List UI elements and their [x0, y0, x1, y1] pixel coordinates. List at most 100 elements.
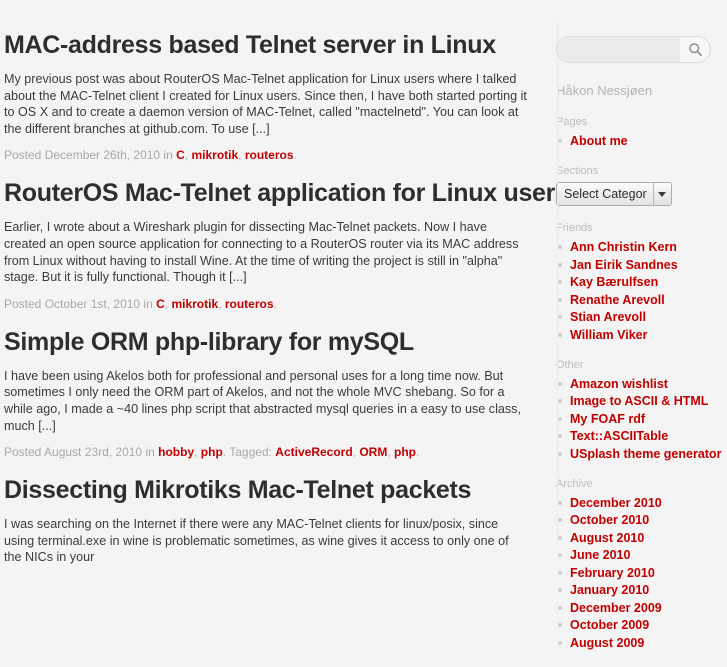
- sidebar-link[interactable]: Kay Bærulfsen: [570, 275, 658, 289]
- chevron-down-icon[interactable]: [652, 183, 671, 205]
- search-form: [556, 36, 711, 63]
- sidebar-link[interactable]: My FOAF rdf: [570, 412, 645, 426]
- post-category-link[interactable]: routeros: [225, 297, 274, 311]
- category-select[interactable]: Select Categor: [556, 182, 672, 206]
- bullet-icon: [558, 500, 562, 505]
- post-title[interactable]: RouterOS Mac-Telnet application for Linu…: [4, 178, 569, 208]
- search-button[interactable]: [680, 37, 710, 62]
- post-category-link[interactable]: C: [176, 148, 185, 162]
- widget-link-list: About me: [556, 133, 723, 149]
- meta-separator: .: [293, 148, 297, 163]
- meta-separator: ,: [218, 296, 225, 311]
- sidebar-link[interactable]: William Viker: [570, 328, 647, 342]
- sidebar-link[interactable]: Text::ASCIITable: [570, 429, 668, 443]
- bullet-icon: [558, 605, 562, 610]
- sidebar-widget: Pages About me: [556, 116, 723, 149]
- sidebar-link[interactable]: August 2009: [570, 636, 644, 650]
- bullet-icon: [558, 570, 562, 575]
- post-excerpt: Earlier, I wrote about a Wireshark plugi…: [4, 220, 519, 285]
- sidebar-link[interactable]: About me: [570, 134, 628, 148]
- list-item: Jan Eirik Sandnes: [556, 257, 723, 273]
- bullet-icon: [558, 262, 562, 267]
- list-item: December 2009: [556, 600, 723, 616]
- sidebar-link[interactable]: Jan Eirik Sandnes: [570, 258, 678, 272]
- sidebar-widget: Friends Ann Christin Kern Jan Eirik Sandne…: [556, 222, 723, 343]
- list-item: About me: [556, 133, 723, 149]
- bullet-icon: [558, 434, 562, 438]
- widget-link-list: Ann Christin Kern Jan Eirik Sandnes Kay Bæ…: [556, 239, 723, 343]
- widget-title: Pages: [556, 116, 588, 128]
- list-item: Amazon wishlist: [556, 376, 723, 392]
- post: RouterOS Mac-Telnet application for Linu…: [4, 178, 569, 312]
- sidebar-link[interactable]: August 2010: [570, 531, 644, 545]
- sidebar-link[interactable]: December 2010: [570, 496, 662, 510]
- sidebar-link[interactable]: Stian Arevoll: [570, 310, 646, 324]
- bullet-icon: [558, 297, 562, 302]
- widget-title: Sections: [556, 165, 599, 177]
- post-excerpt: My previous post was about RouterOS Mac-…: [4, 72, 527, 136]
- bullet-icon: [558, 518, 562, 522]
- post-category-link[interactable]: php: [201, 445, 223, 459]
- tagged-label: Tagged:: [229, 445, 272, 460]
- bullet-icon: [558, 588, 562, 592]
- widget-title: Other: [556, 358, 584, 371]
- list-item: January 2010: [556, 582, 723, 598]
- post-title[interactable]: MAC-address based Telnet server in Linux: [4, 30, 527, 60]
- list-item: USplash theme generator: [556, 446, 723, 462]
- sidebar-link[interactable]: USplash theme generator: [570, 447, 721, 461]
- post-tag-link[interactable]: ORM: [359, 445, 387, 459]
- post-tag-link[interactable]: php: [394, 445, 416, 459]
- blog-page: MAC-address based Telnet server in Linux…: [0, 0, 727, 650]
- list-item: My FOAF rdf: [556, 411, 723, 427]
- sidebar-link[interactable]: January 2010: [570, 583, 649, 597]
- bullet-icon: [558, 535, 562, 540]
- bullet-icon: [558, 451, 562, 456]
- category-select-value: Select Categor: [564, 187, 647, 201]
- post-date: Posted August 23rd, 2010 in: [4, 445, 155, 460]
- sidebar-link[interactable]: Ann Christin Kern: [570, 240, 677, 254]
- sidebar-link[interactable]: June 2010: [570, 548, 630, 562]
- bullet-icon: [558, 381, 562, 386]
- list-item: June 2010: [556, 547, 723, 563]
- post-category-link[interactable]: mikrotik: [171, 297, 218, 311]
- list-item: Image to ASCII & HTML: [556, 393, 723, 409]
- sidebar-link[interactable]: Amazon wishlist: [570, 377, 668, 391]
- post: Dissecting Mikrotiks Mac-Telnet packets I…: [4, 475, 527, 566]
- sidebar-link[interactable]: Renathe Arevoll: [570, 293, 665, 307]
- post-tag-link[interactable]: ActiveRecord: [275, 445, 352, 459]
- meta-separator: .: [273, 296, 277, 311]
- list-item: Kay Bærulfsen: [556, 274, 723, 290]
- post: Simple ORM php-library for mySQL I have b…: [4, 327, 527, 460]
- post-title[interactable]: Simple ORM php-library for mySQL: [4, 327, 527, 357]
- sidebar-widget: Archive December 2010 October 2010 August 2…: [556, 478, 723, 651]
- list-item: August 2010: [556, 530, 723, 546]
- sidebar-widget: Other Amazon wishlist Image to ASCII & HTM…: [556, 359, 723, 462]
- list-item: February 2010: [556, 565, 723, 581]
- post-title[interactable]: Dissecting Mikrotiks Mac-Telnet packets: [4, 475, 527, 505]
- sidebar-link[interactable]: Image to ASCII & HTML: [570, 394, 708, 408]
- sidebar-link[interactable]: December 2009: [570, 601, 662, 615]
- sidebar-link[interactable]: February 2010: [570, 566, 655, 580]
- sidebar-widgets: Pages About me Sections Select Categor Frien…: [556, 116, 723, 651]
- sidebar-link[interactable]: October 2010: [570, 513, 649, 527]
- widget-link-list: Amazon wishlist Image to ASCII & HTML My F…: [556, 376, 723, 462]
- post-category-link[interactable]: C: [156, 297, 165, 311]
- list-item: August 2009: [556, 635, 723, 651]
- page-layout: MAC-address based Telnet server in Linux…: [0, 0, 727, 667]
- post-category-link[interactable]: hobby: [158, 445, 194, 459]
- widget-link-list: December 2010 October 2010 August 2010 June…: [556, 495, 723, 651]
- sidebar-widget: Sections Select Categor: [556, 165, 723, 206]
- sidebar-link[interactable]: October 2009: [570, 618, 649, 632]
- bullet-icon: [558, 315, 562, 319]
- list-item: William Viker: [556, 327, 723, 343]
- bullet-icon: [558, 399, 562, 403]
- list-item: Text::ASCIITable: [556, 428, 723, 444]
- bullet-icon: [558, 623, 562, 627]
- post-excerpt: I have been using Akelos both for profes…: [4, 368, 521, 433]
- meta-separator: .: [416, 445, 420, 460]
- list-item: Renathe Arevoll: [556, 292, 723, 308]
- post-meta: Posted October 1st, 2010 in C, mikrotik,…: [4, 296, 527, 312]
- post-category-link[interactable]: mikrotik: [191, 148, 238, 162]
- list-item: October 2009: [556, 617, 723, 633]
- post-category-link[interactable]: routeros: [245, 148, 294, 162]
